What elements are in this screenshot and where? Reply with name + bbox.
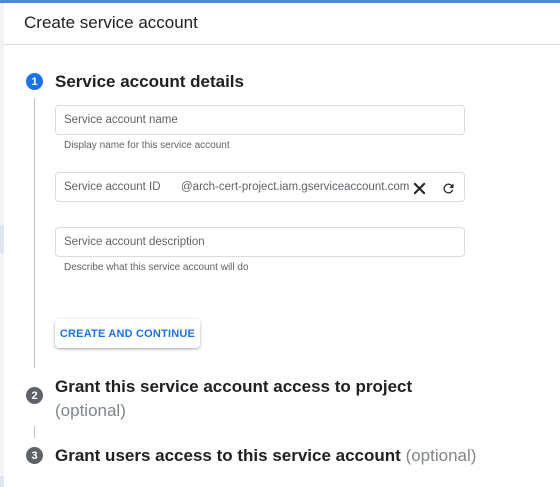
create-and-continue-button[interactable]: CREATE AND CONTINUE	[55, 319, 200, 348]
service-account-id-field[interactable]: Service account ID @arch-cert-project.ia…	[55, 172, 465, 202]
service-account-description-label: Service account description	[64, 236, 205, 248]
step-3-title-text: Grant users access to this service accou…	[55, 446, 401, 465]
service-account-description-field[interactable]: Service account description	[55, 227, 465, 257]
page-title: Create service account	[24, 13, 198, 32]
step-3-title[interactable]: Grant users access to this service accou…	[55, 446, 476, 466]
step-connector	[34, 98, 35, 368]
step-3-optional-label: (optional)	[405, 446, 477, 465]
service-account-name-label: Service account name	[64, 114, 178, 126]
service-account-name-hint: Display name for this service account	[64, 140, 230, 151]
page-header: Create service account	[4, 3, 560, 45]
step-2-title[interactable]: Grant this service account access to pro…	[55, 375, 435, 423]
refresh-icon[interactable]	[438, 178, 458, 198]
step-connector	[34, 426, 35, 438]
left-panel-highlight	[0, 476, 4, 487]
service-account-id-suffix: @arch-cert-project.iam.gserviceaccount.c…	[181, 181, 410, 193]
left-panel-highlight	[0, 225, 4, 253]
step-3-indicator: 3	[26, 447, 43, 464]
step-2-indicator: 2	[26, 387, 43, 404]
step-1-indicator: 1	[26, 73, 43, 90]
step-1-title: Service account details	[55, 72, 244, 91]
close-icon[interactable]	[409, 178, 429, 198]
service-account-description-hint: Describe what this service account will …	[64, 262, 249, 273]
step-2-title-text: Grant this service account access to pro…	[55, 377, 413, 396]
service-account-id-label: Service account ID	[64, 181, 161, 193]
service-account-name-field[interactable]: Service account name	[55, 105, 465, 135]
step-2-optional-label: (optional)	[55, 401, 126, 420]
